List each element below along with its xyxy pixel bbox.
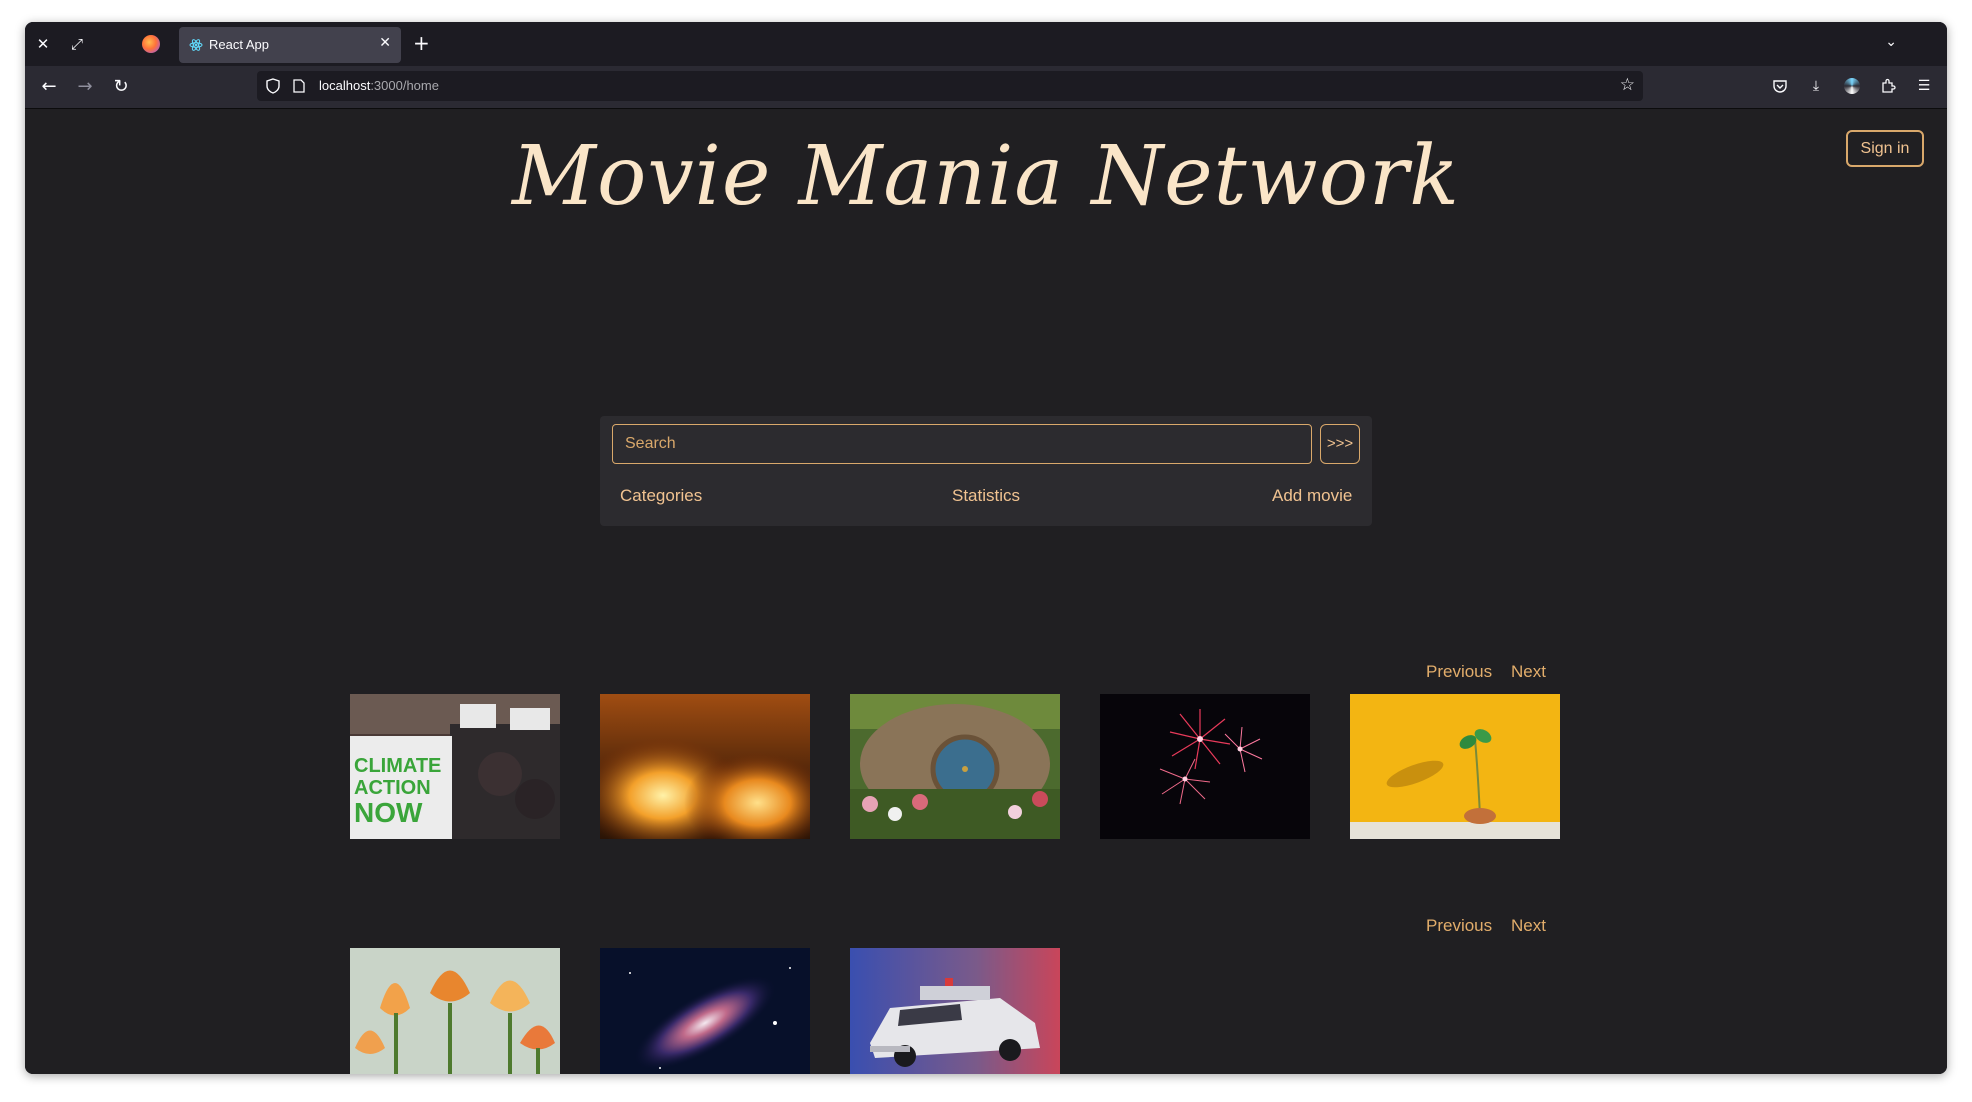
page-icon <box>293 79 305 93</box>
back-arrow-icon[interactable]: ← <box>37 75 61 99</box>
search-submit-button[interactable]: >>> <box>1320 424 1360 464</box>
previous-button[interactable]: Previous <box>1426 662 1492 682</box>
tab-bar: ✕ ⤢ React App ✕ + ⌄ <box>25 22 1947 66</box>
movie-thumbnail-sprout[interactable] <box>1350 694 1560 839</box>
next-button[interactable]: Next <box>1511 916 1546 936</box>
site-title: Movie Mania Network <box>512 129 1460 224</box>
svg-text:CLIMATE: CLIMATE <box>354 755 441 777</box>
fullscreen-icon[interactable]: ⤢ <box>67 34 87 54</box>
search-panel: >>> Categories Statistics Add movie <box>600 416 1372 526</box>
statistics-link[interactable]: Statistics <box>952 486 1020 506</box>
url-text[interactable]: localhost:3000/home <box>319 78 439 93</box>
movie-thumbnail-climate-protest[interactable]: CLIMATE ACTION NOW <box>350 694 560 839</box>
forward-arrow-icon[interactable]: → <box>73 75 97 99</box>
chevron-down-icon[interactable]: ⌄ <box>1885 34 1897 50</box>
tab-close-icon[interactable]: ✕ <box>379 35 391 51</box>
previous-button[interactable]: Previous <box>1426 916 1492 936</box>
svg-text:NOW: NOW <box>354 797 423 828</box>
svg-text:ACTION: ACTION <box>354 777 431 799</box>
browser-window: ✕ ⤢ React App ✕ + ⌄ ← → ↻ localhost:3000… <box>25 22 1947 1074</box>
navigation-toolbar: ← → ↻ localhost:3000/home ☆ ⤓ ☰ <box>25 66 1947 109</box>
categories-link[interactable]: Categories <box>620 486 702 506</box>
shield-icon[interactable] <box>265 78 281 94</box>
bookmark-star-icon[interactable]: ☆ <box>1620 75 1635 95</box>
react-icon <box>189 39 203 51</box>
account-avatar-icon[interactable] <box>1841 75 1863 97</box>
tab-react-app[interactable]: React App ✕ <box>179 27 401 63</box>
extensions-icon[interactable] <box>1877 75 1899 97</box>
movie-thumbnail-tulips[interactable] <box>350 948 560 1074</box>
add-movie-link[interactable]: Add movie <box>1272 486 1352 506</box>
movie-thumbnail-fireworks[interactable] <box>1100 694 1310 839</box>
firefox-icon[interactable] <box>142 35 160 53</box>
new-tab-icon[interactable]: + <box>413 32 430 54</box>
tab-title: React App <box>209 37 269 52</box>
pocket-icon[interactable] <box>1769 75 1791 97</box>
hamburger-menu-icon[interactable]: ☰ <box>1913 75 1935 97</box>
url-bar[interactable]: localhost:3000/home ☆ <box>257 71 1643 101</box>
movie-thumbnail-hobbit-door[interactable] <box>850 694 1060 839</box>
page-content: Sign in Movie Mania Network >>> Categori… <box>25 109 1947 1074</box>
download-icon[interactable]: ⤓ <box>1805 75 1827 97</box>
url-host: localhost <box>319 78 371 93</box>
movie-thumbnail-galaxy[interactable] <box>600 948 810 1074</box>
next-button[interactable]: Next <box>1511 662 1546 682</box>
reload-icon[interactable]: ↻ <box>109 75 133 99</box>
close-window-icon[interactable]: ✕ <box>33 34 53 54</box>
movie-thumbnail-fire-explosion[interactable] <box>600 694 810 839</box>
movie-thumbnail-ecto-car[interactable] <box>850 948 1060 1074</box>
search-input[interactable] <box>612 424 1312 464</box>
url-path: :3000/home <box>370 78 439 93</box>
